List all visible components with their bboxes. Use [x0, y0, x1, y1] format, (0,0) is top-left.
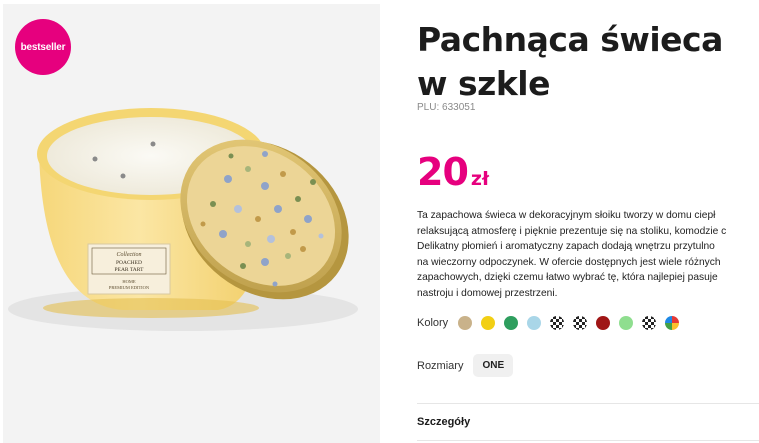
color-swatch[interactable] [665, 316, 680, 330]
divider [417, 440, 759, 441]
price-amount: 20 [417, 150, 469, 194]
product-gallery[interactable]: Collection POACHED PEAR TART HOME PREMIU… [3, 4, 380, 443]
bestseller-badge: bestseller [15, 19, 71, 75]
jar-label-name-1: POACHED [116, 260, 142, 266]
description-line: nastroju i domowej przestrzeni. [417, 287, 558, 299]
color-swatch[interactable] [458, 316, 473, 330]
color-swatch[interactable] [573, 316, 588, 330]
colors-label: Kolory [417, 317, 449, 329]
color-swatch[interactable] [504, 316, 519, 330]
color-swatch[interactable] [550, 316, 565, 330]
size-selector: Rozmiary ONE [417, 354, 514, 377]
jar-label-script: Collection [117, 252, 142, 258]
divider [417, 403, 759, 404]
color-swatch[interactable] [619, 316, 634, 330]
sizes-label: Rozmiary [417, 359, 464, 372]
color-swatch[interactable] [642, 316, 657, 330]
color-swatch[interactable] [527, 316, 542, 330]
description-line: Ta zapachowa świeca w dekoracyjnym słoik… [417, 210, 716, 221]
color-swatch[interactable] [481, 316, 496, 330]
product-price: 20 zł [417, 150, 489, 194]
description-line: relaksującą atmosferę i pięknie prezentu… [417, 225, 727, 237]
details-accordion-toggle[interactable]: Szczegóły [417, 416, 470, 428]
size-option-one[interactable]: ONE [473, 354, 514, 377]
product-image: Collection POACHED PEAR TART HOME PREMIU… [8, 108, 358, 331]
description-line: na wieczorny odpoczynek. W ofercie dostę… [417, 256, 721, 268]
jar-label-name-2: PEAR TART [115, 267, 145, 273]
description-line: zapachowych, dzięki czemu łatwo wybrać t… [417, 272, 718, 283]
color-swatches [458, 316, 688, 330]
color-selector: Kolory [417, 316, 688, 330]
jar-label-edition: PREMIUM EDITION [109, 285, 150, 290]
product-title: Pachnąca świeca w szkle [417, 20, 723, 103]
description-line: Delikatny płomień i aromatyczny zapach d… [417, 241, 715, 252]
jar-label-home: HOME [122, 279, 136, 284]
price-currency: zł [470, 168, 489, 190]
product-plu: PLU: 633051 [417, 102, 476, 113]
color-swatch[interactable] [596, 316, 611, 330]
product-description: Ta zapachowa świeca w dekoracyjnym słoik… [417, 208, 759, 301]
